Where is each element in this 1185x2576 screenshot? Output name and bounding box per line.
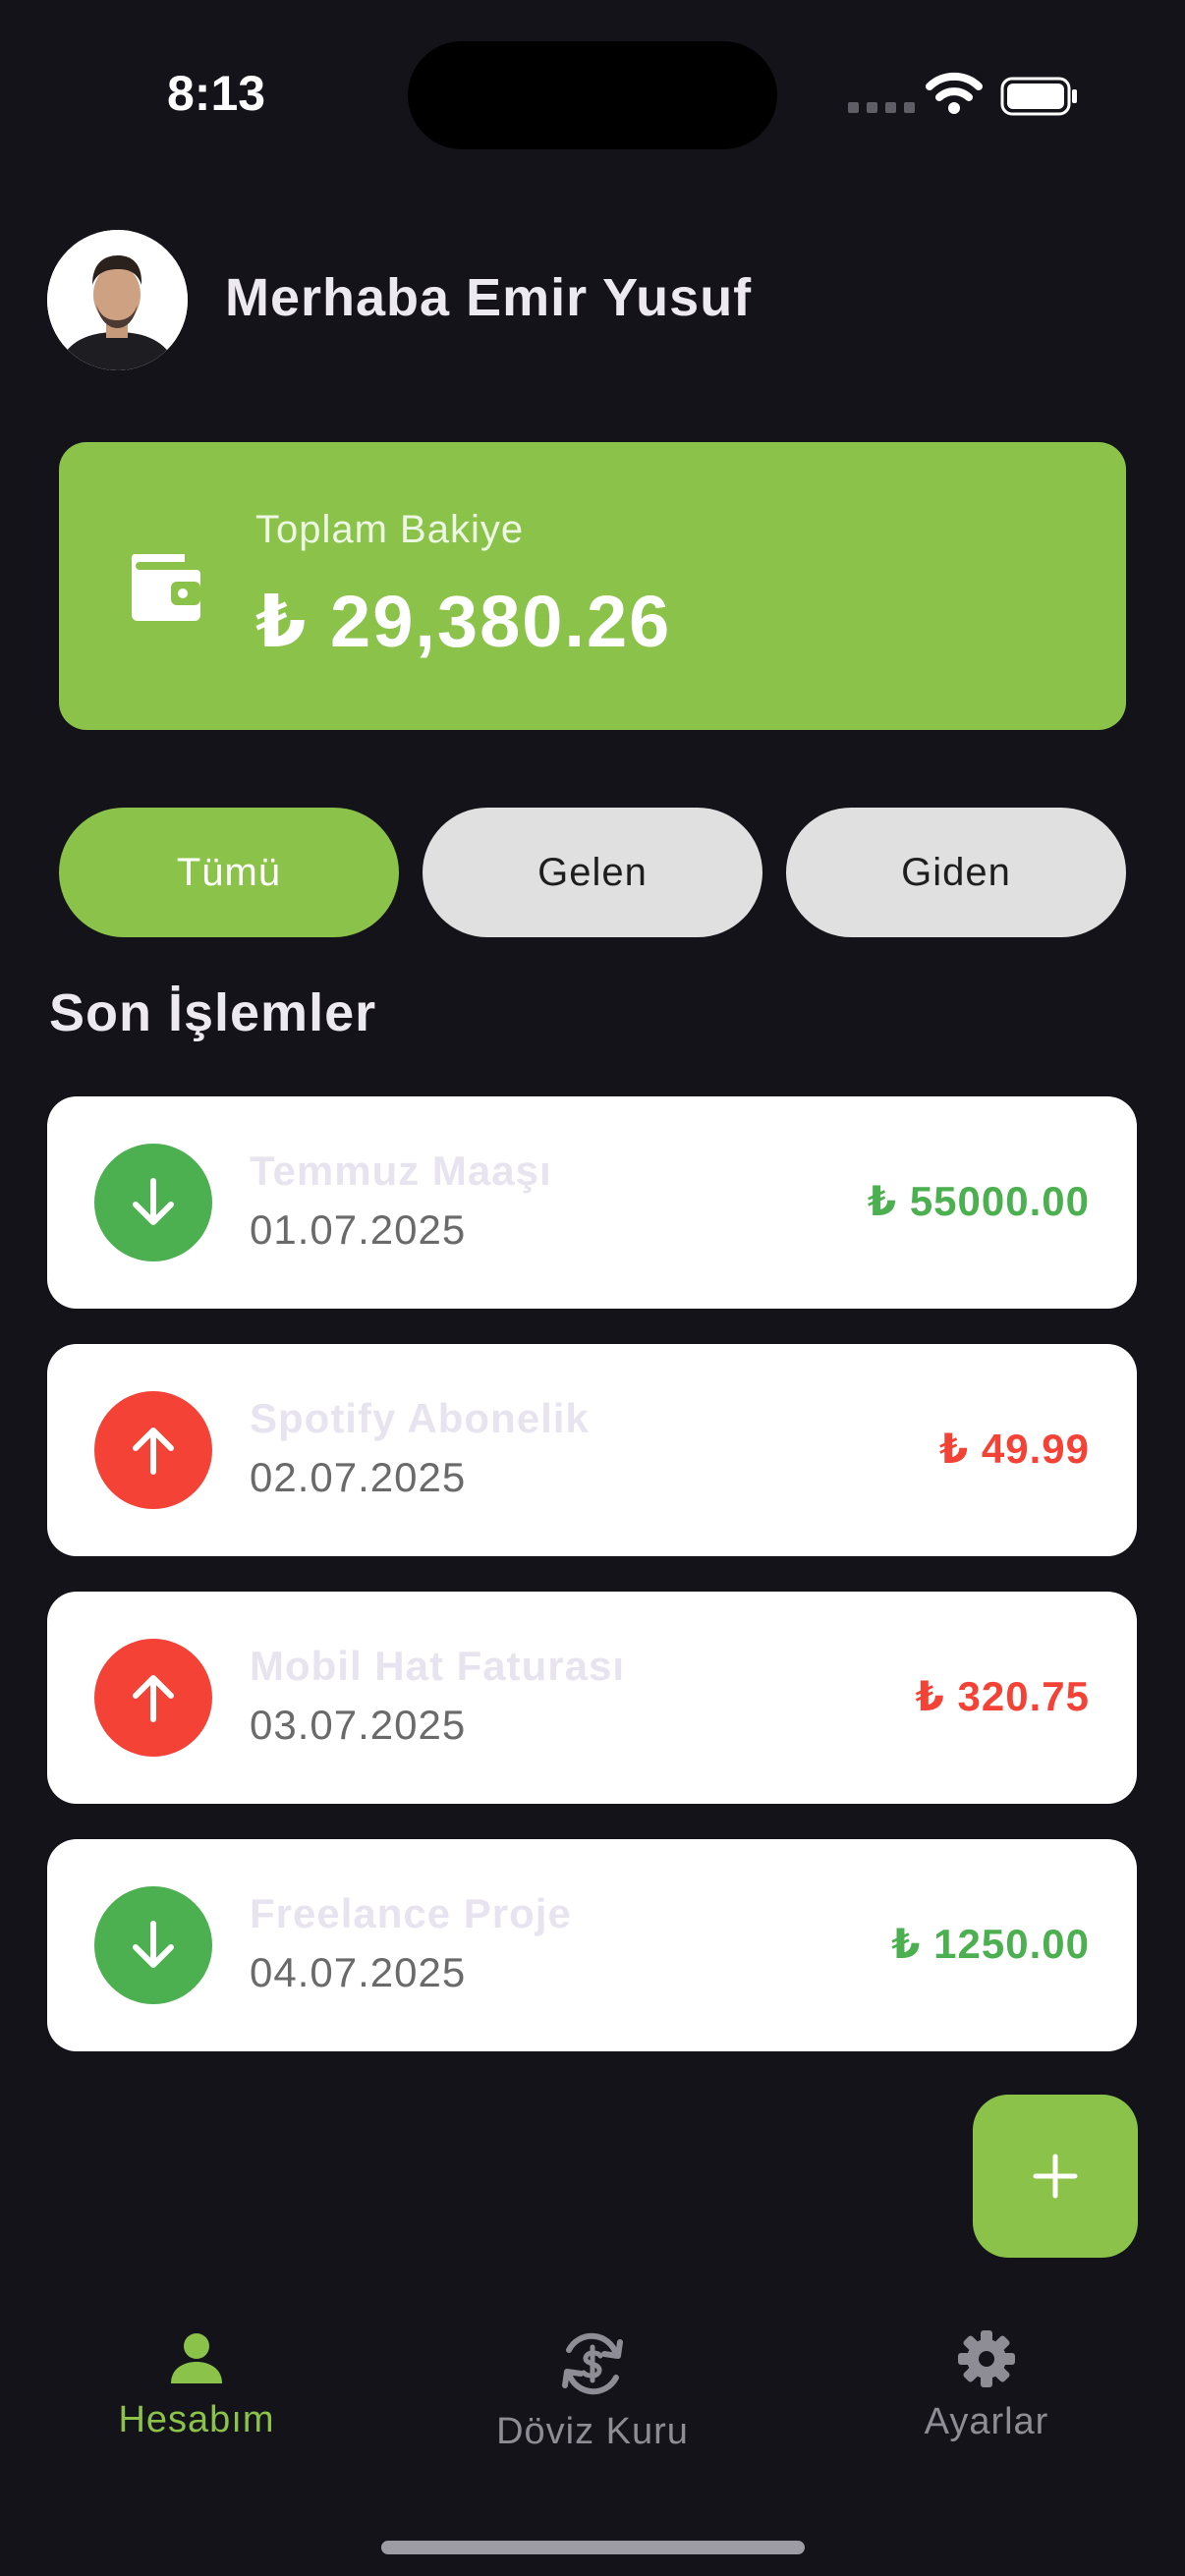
dynamic-island xyxy=(408,41,777,149)
greeting-text: Merhaba Emir Yusuf xyxy=(225,268,753,327)
expense-arrow-icon xyxy=(94,1639,212,1757)
transaction-date: 04.07.2025 xyxy=(250,1949,467,1995)
nav-item-settings[interactable]: Ayarlar xyxy=(869,2328,1104,2443)
filter-tab-incoming-label: Gelen xyxy=(537,850,648,894)
filter-tab-incoming[interactable]: Gelen xyxy=(423,808,762,937)
transaction-row[interactable]: Temmuz Maaşı 01.07.2025 ₺ 55000.00 xyxy=(47,1096,1137,1309)
cellular-signal-icon xyxy=(848,102,915,113)
nav-label-exchange: Döviz Kuru xyxy=(496,2411,689,2452)
wifi-icon xyxy=(926,72,983,114)
home-indicator[interactable] xyxy=(381,2541,805,2554)
avatar[interactable] xyxy=(47,230,188,370)
transaction-title: Mobil Hat Faturası xyxy=(250,1643,626,1689)
transaction-date: 02.07.2025 xyxy=(250,1454,467,1500)
income-arrow-icon xyxy=(94,1144,212,1261)
transaction-title: Freelance Proje xyxy=(250,1890,572,1936)
nav-label-settings: Ayarlar xyxy=(924,2401,1049,2442)
avatar-person-icon xyxy=(47,230,188,370)
transaction-date: 01.07.2025 xyxy=(250,1206,467,1253)
filter-tab-all-label: Tümü xyxy=(176,850,282,894)
transaction-amount: ₺ 49.99 xyxy=(939,1426,1090,1472)
battery-icon xyxy=(1000,77,1077,116)
transaction-amount: ₺ 1250.00 xyxy=(891,1921,1090,1967)
nav-item-account[interactable]: Hesabım xyxy=(79,2328,314,2441)
transaction-amount: ₺ 55000.00 xyxy=(867,1178,1090,1224)
transaction-date: 03.07.2025 xyxy=(250,1702,467,1748)
plus-icon xyxy=(1033,2154,1078,2199)
filter-tab-all[interactable]: Tümü xyxy=(59,808,399,937)
add-transaction-button[interactable] xyxy=(973,2095,1138,2258)
transaction-row[interactable]: Freelance Proje 04.07.2025 ₺ 1250.00 xyxy=(47,1839,1137,2051)
income-arrow-icon xyxy=(94,1886,212,2004)
balance-value: ₺ 29,380.26 xyxy=(255,581,672,662)
filter-tab-outgoing-label: Giden xyxy=(901,850,1011,894)
balance-label: Toplam Bakiye xyxy=(255,508,525,551)
transaction-title: Temmuz Maaşı xyxy=(250,1148,552,1194)
wallet-icon xyxy=(131,554,200,621)
expense-arrow-icon xyxy=(94,1391,212,1509)
person-icon xyxy=(171,2333,222,2383)
transaction-row[interactable]: Mobil Hat Faturası 03.07.2025 ₺ 320.75 xyxy=(47,1592,1137,1804)
nav-label-account: Hesabım xyxy=(118,2399,275,2440)
status-time: 8:13 xyxy=(167,66,266,121)
transaction-row[interactable]: Spotify Abonelik 02.07.2025 ₺ 49.99 xyxy=(47,1344,1137,1556)
transaction-title: Spotify Abonelik xyxy=(250,1395,590,1441)
transaction-amount: ₺ 320.75 xyxy=(915,1673,1090,1719)
nav-item-exchange[interactable]: Döviz Kuru xyxy=(475,2328,710,2453)
currency-exchange-icon xyxy=(562,2332,623,2395)
balance-card: Toplam Bakiye ₺ 29,380.26 xyxy=(59,442,1126,730)
section-title: Son İşlemler xyxy=(49,983,377,1042)
gear-icon xyxy=(958,2330,1015,2387)
filter-tab-outgoing[interactable]: Giden xyxy=(786,808,1126,937)
